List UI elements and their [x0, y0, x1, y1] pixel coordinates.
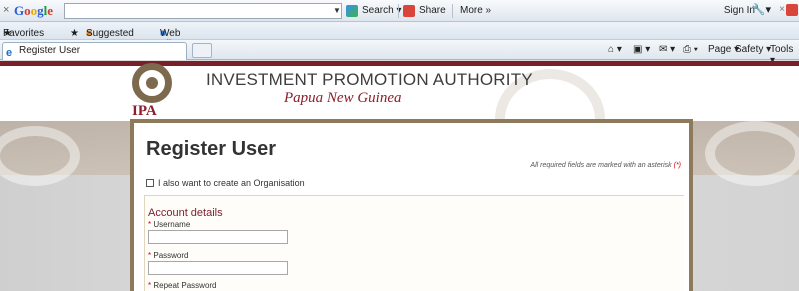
close-toolbar-icon[interactable]: × [3, 4, 9, 16]
google-search-input[interactable] [64, 3, 342, 19]
favorites-bar: ★ Favorites ★ ■ Suggested Sites ▾ ■ Web … [0, 22, 799, 72]
search-button[interactable]: Search ▾ [346, 3, 402, 19]
decorative-ring [705, 121, 799, 186]
username-input[interactable] [148, 230, 288, 244]
wrench-icon[interactable]: 🔧▾ [752, 3, 771, 16]
sign-in-link[interactable]: Sign In [724, 5, 755, 16]
print-icon[interactable]: ⎙ ▾ [683, 44, 698, 55]
ipa-logo-text: IPA [132, 103, 157, 119]
register-panel: Register User All required fields are ma… [130, 119, 693, 291]
more-button[interactable]: More » [444, 3, 491, 19]
web-page: IPA INVESTMENT PROMOTION AUTHORITY Papua… [0, 61, 799, 291]
password-label: * Password [148, 251, 189, 260]
toolbar-app-icon[interactable] [786, 4, 798, 16]
google-logo: Google [14, 3, 54, 18]
org-subtitle: Papua New Guinea [284, 90, 402, 106]
ie-page-icon: e [6, 47, 13, 59]
new-tab-button[interactable] [192, 43, 212, 58]
password-input[interactable] [148, 261, 288, 275]
feeds-icon[interactable]: ▣ ▾ [633, 44, 650, 55]
tab-register-user[interactable]: e Register User [2, 42, 187, 60]
google-toolbar: × Google ▼ Search ▾ Share More » Sign In… [0, 0, 799, 22]
repeat-password-label: * Repeat Password [148, 281, 217, 290]
share-icon [403, 5, 415, 17]
username-label: * Username [148, 220, 191, 229]
search-dropdown-icon[interactable]: ▼ [333, 6, 341, 15]
mail-icon[interactable]: ✉ ▾ [659, 44, 675, 55]
separator [398, 4, 399, 18]
search-icon [346, 5, 358, 17]
section-title: Account details [148, 207, 223, 219]
decorative-ring [0, 126, 80, 186]
home-icon[interactable]: ⌂ ▾ [608, 44, 622, 55]
close-icon[interactable]: × [779, 4, 785, 15]
share-button[interactable]: Share [403, 3, 446, 19]
org-name: INVESTMENT PROMOTION AUTHORITY [206, 70, 533, 89]
checkbox-box[interactable] [146, 179, 154, 187]
required-note: All required fields are marked with an a… [530, 162, 681, 169]
create-organisation-checkbox[interactable]: I also want to create an Organisation [146, 178, 305, 188]
safety-menu[interactable]: Safety ▾ [735, 44, 771, 55]
ipa-logo-icon [132, 63, 172, 103]
page-title: Register User [146, 138, 277, 160]
command-bar: e Register User ⌂ ▾ ▣ ▾ ✉ ▾ ⎙ ▾ Page ▾ S… [0, 40, 799, 66]
